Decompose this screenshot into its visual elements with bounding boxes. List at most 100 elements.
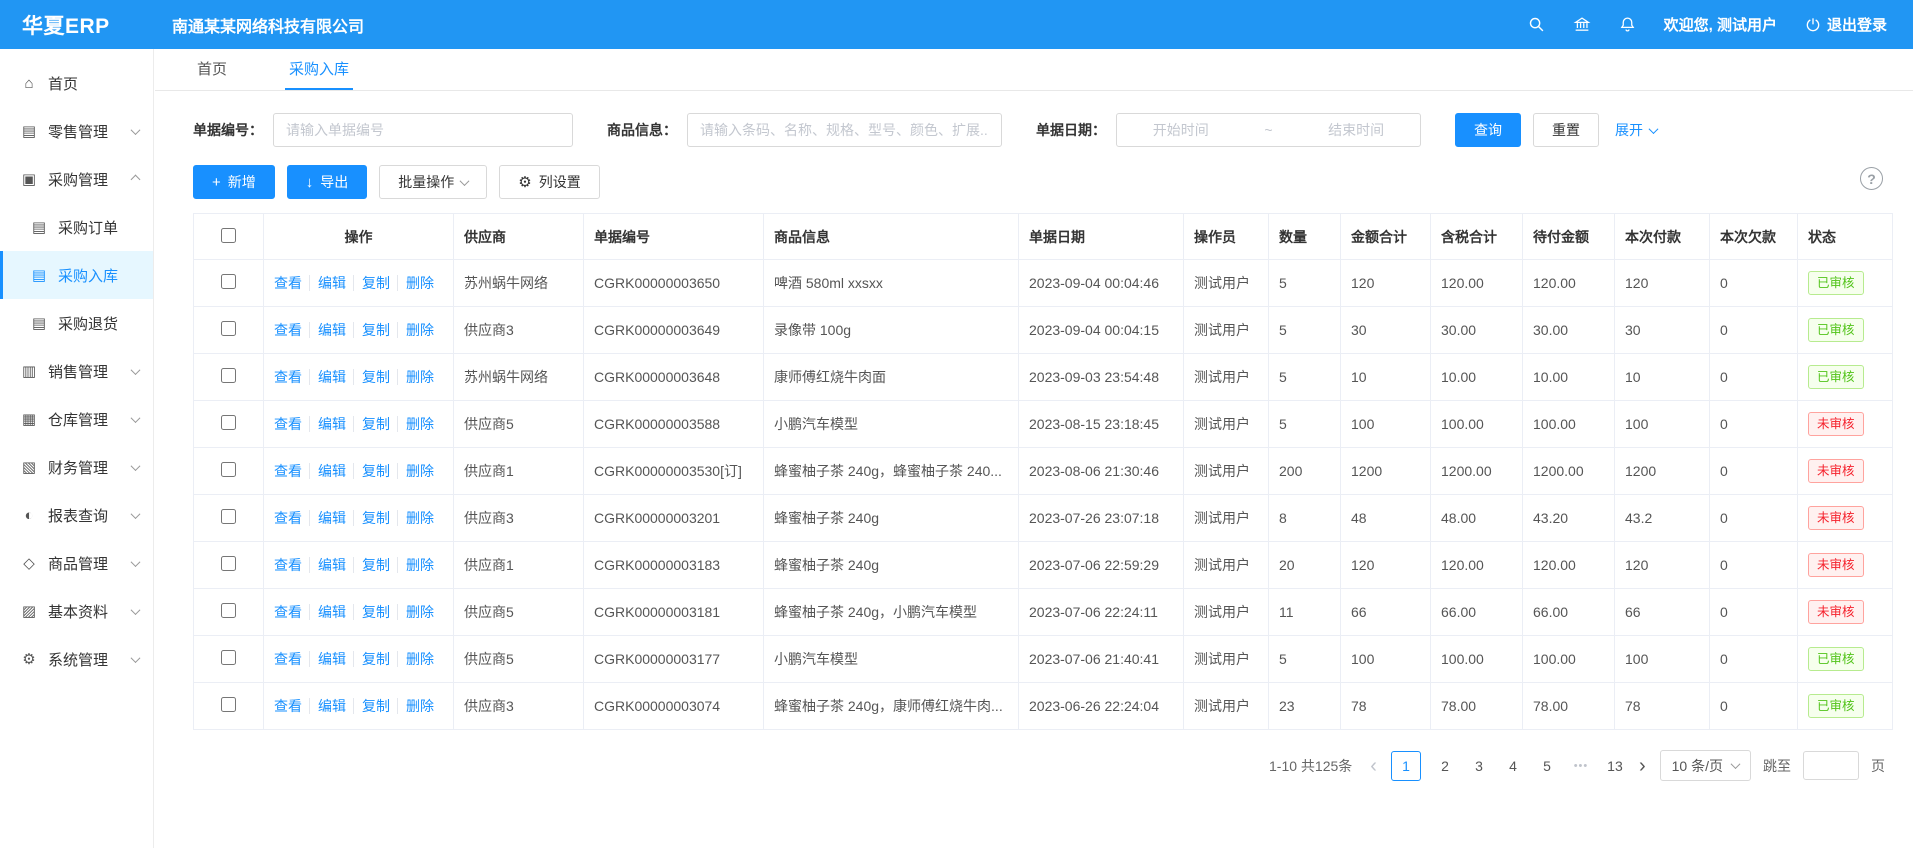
sidebar-item-home[interactable]: ⌂首页	[0, 59, 153, 107]
bill-no-cell: CGRK00000003183	[584, 542, 764, 589]
copy-link[interactable]: 复制	[353, 651, 390, 667]
table-container: 操作 供应商 单据编号 商品信息 单据日期 操作员 数量 金额合计 含税合计 待…	[155, 213, 1913, 730]
view-link[interactable]: 查看	[274, 651, 302, 667]
page-button-4[interactable]: 4	[1503, 758, 1523, 774]
edit-link[interactable]: 编辑	[309, 510, 346, 526]
select-all-checkbox[interactable]	[221, 228, 236, 243]
delete-link[interactable]: 删除	[397, 322, 434, 338]
page-button-1[interactable]: 1	[1391, 751, 1421, 781]
date-range-picker[interactable]: 开始时间 ~ 结束时间	[1116, 113, 1421, 147]
view-link[interactable]: 查看	[274, 322, 302, 338]
sidebar-item-label: 商品管理	[48, 553, 108, 574]
logout-label: 退出登录	[1827, 14, 1887, 35]
delete-link[interactable]: 删除	[397, 275, 434, 291]
edit-link[interactable]: 编辑	[309, 275, 346, 291]
delete-link[interactable]: 删除	[397, 604, 434, 620]
page-button-2[interactable]: 2	[1435, 758, 1455, 774]
sidebar-item-sales[interactable]: ▥销售管理	[0, 347, 153, 395]
copy-link[interactable]: 复制	[353, 698, 390, 714]
add-button[interactable]: + 新增	[193, 165, 275, 199]
view-link[interactable]: 查看	[274, 275, 302, 291]
row-checkbox[interactable]	[221, 274, 236, 289]
view-link[interactable]: 查看	[274, 698, 302, 714]
copy-link[interactable]: 复制	[353, 604, 390, 620]
row-checkbox[interactable]	[221, 603, 236, 618]
copy-link[interactable]: 复制	[353, 275, 390, 291]
logout-button[interactable]: 退出登录	[1805, 14, 1887, 35]
sidebar-item-goods[interactable]: ◇商品管理	[0, 539, 153, 587]
delete-link[interactable]: 删除	[397, 698, 434, 714]
copy-link[interactable]: 复制	[353, 557, 390, 573]
sidebar-item-purchase-order[interactable]: ▤采购订单	[0, 203, 153, 251]
batch-actions-button[interactable]: 批量操作	[379, 165, 487, 199]
page-button-3[interactable]: 3	[1469, 758, 1489, 774]
reset-button[interactable]: 重置	[1533, 113, 1599, 147]
edit-link[interactable]: 编辑	[309, 322, 346, 338]
table-row: 查看编辑复制删除 苏州蜗牛网络 CGRK00000003650 啤酒 580ml…	[194, 260, 1893, 307]
row-checkbox[interactable]	[221, 650, 236, 665]
column-settings-button[interactable]: ⚙ 列设置	[499, 165, 599, 199]
delete-link[interactable]: 删除	[397, 510, 434, 526]
copy-link[interactable]: 复制	[353, 510, 390, 526]
bill-no-cell: CGRK00000003074	[584, 683, 764, 730]
view-link[interactable]: 查看	[274, 416, 302, 432]
edit-link[interactable]: 编辑	[309, 557, 346, 573]
sidebar-item-system[interactable]: ⚙系统管理	[0, 635, 153, 683]
sidebar-item-warehouse[interactable]: ▦仓库管理	[0, 395, 153, 443]
page-size-select[interactable]: 10 条/页	[1660, 750, 1751, 781]
edit-link[interactable]: 编辑	[309, 463, 346, 479]
help-icon[interactable]: ?	[1860, 167, 1883, 190]
sidebar-item-purchase[interactable]: ▣采购管理	[0, 155, 153, 203]
view-link[interactable]: 查看	[274, 510, 302, 526]
row-checkbox[interactable]	[221, 697, 236, 712]
page-button-5[interactable]: 5	[1537, 758, 1557, 774]
copy-link[interactable]: 复制	[353, 322, 390, 338]
view-link[interactable]: 查看	[274, 557, 302, 573]
delete-link[interactable]: 删除	[397, 416, 434, 432]
copy-link[interactable]: 复制	[353, 369, 390, 385]
row-checkbox[interactable]	[221, 556, 236, 571]
sidebar-item-purchase-return[interactable]: ▤采购退货	[0, 299, 153, 347]
row-checkbox[interactable]	[221, 321, 236, 336]
bill-no-input[interactable]	[273, 113, 573, 147]
delete-link[interactable]: 删除	[397, 463, 434, 479]
copy-link[interactable]: 复制	[353, 463, 390, 479]
row-checkbox[interactable]	[221, 368, 236, 383]
row-checkbox[interactable]	[221, 462, 236, 477]
bank-icon[interactable]	[1573, 16, 1591, 33]
product-input[interactable]	[687, 113, 1002, 147]
document-icon: ▤	[29, 314, 49, 332]
prev-page-button[interactable]: ‹	[1368, 756, 1379, 776]
delete-link[interactable]: 删除	[397, 369, 434, 385]
search-icon[interactable]	[1528, 16, 1545, 33]
row-checkbox[interactable]	[221, 509, 236, 524]
tab-home[interactable]: 首页	[193, 49, 231, 90]
delete-link[interactable]: 删除	[397, 651, 434, 667]
edit-link[interactable]: 编辑	[309, 698, 346, 714]
view-link[interactable]: 查看	[274, 369, 302, 385]
tab-purchase-inbound[interactable]: 采购入库	[285, 49, 353, 90]
search-button[interactable]: 查询	[1455, 113, 1521, 147]
expand-link[interactable]: 展开	[1615, 120, 1657, 140]
edit-link[interactable]: 编辑	[309, 651, 346, 667]
row-checkbox[interactable]	[221, 415, 236, 430]
sidebar-item-reports[interactable]: ◐报表查询	[0, 491, 153, 539]
export-button[interactable]: ↓ 导出	[287, 165, 368, 199]
jump-page-input[interactable]	[1803, 751, 1859, 780]
next-page-button[interactable]: ›	[1637, 756, 1648, 776]
bell-icon[interactable]	[1619, 16, 1636, 33]
header-actions: 欢迎您, 测试用户 退出登录	[1528, 14, 1913, 35]
delete-link[interactable]: 删除	[397, 557, 434, 573]
edit-link[interactable]: 编辑	[309, 369, 346, 385]
view-link[interactable]: 查看	[274, 604, 302, 620]
product-cell: 康师傅红烧牛肉面	[764, 354, 1019, 401]
sidebar-item-retail[interactable]: ▤零售管理	[0, 107, 153, 155]
page-button-13[interactable]: 13	[1605, 758, 1625, 774]
sidebar-item-purchase-inbound[interactable]: ▤采购入库	[0, 251, 153, 299]
sidebar-item-finance[interactable]: ▧财务管理	[0, 443, 153, 491]
view-link[interactable]: 查看	[274, 463, 302, 479]
edit-link[interactable]: 编辑	[309, 604, 346, 620]
copy-link[interactable]: 复制	[353, 416, 390, 432]
sidebar-item-basic-data[interactable]: ▨基本资料	[0, 587, 153, 635]
edit-link[interactable]: 编辑	[309, 416, 346, 432]
